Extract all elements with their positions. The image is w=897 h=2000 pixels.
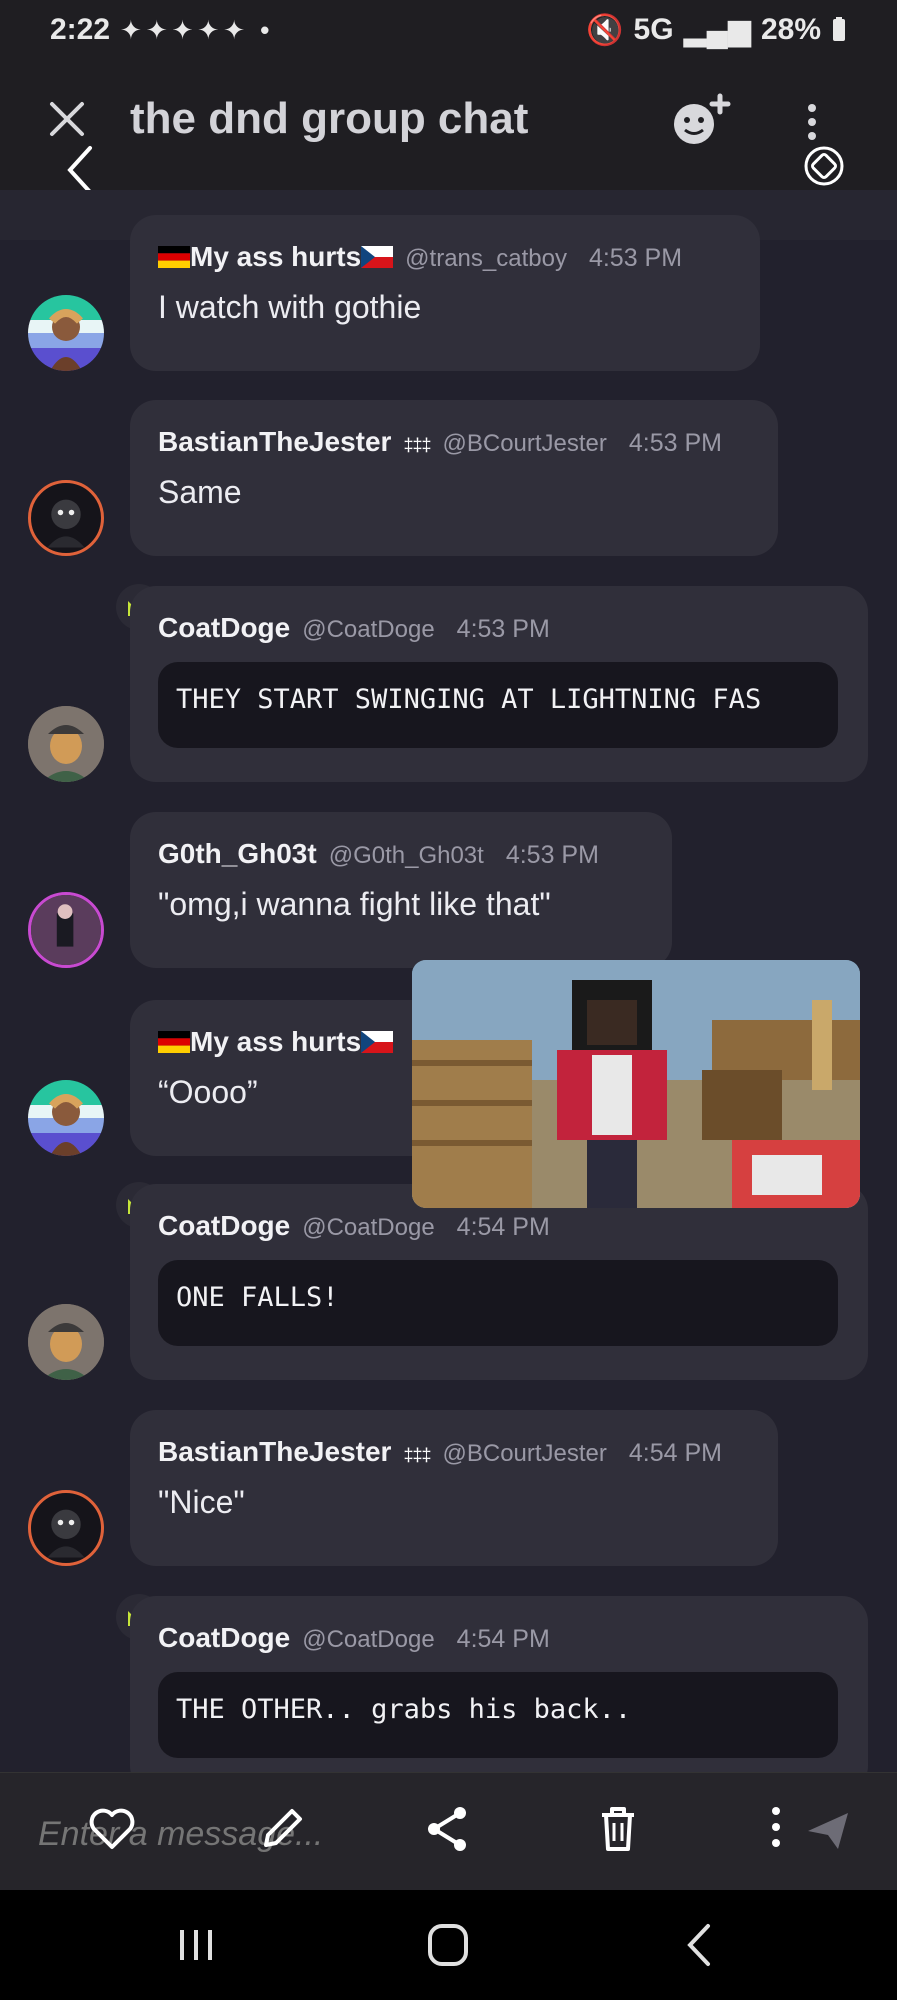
avatar[interactable] (28, 892, 104, 968)
display-name[interactable]: My ass hurts (190, 241, 361, 272)
chat-title: the dnd group chat (130, 94, 529, 143)
send-icon[interactable] (800, 1801, 856, 1857)
code-block: ONE FALLS! (158, 1260, 838, 1346)
timestamp: 4:53 PM (628, 429, 723, 457)
handle[interactable]: @G0th_Gh03t (329, 842, 484, 870)
mute-icon: 🔇 (586, 13, 624, 47)
display-name-wrap: My ass hurts (158, 1026, 394, 1058)
message-text: "omg,i wanna fight like that" (158, 886, 551, 922)
handle[interactable]: @CoatDoge (302, 1626, 434, 1654)
handle[interactable]: @BCourtJester (442, 430, 606, 458)
display-name-wrap: My ass hurts (158, 241, 394, 273)
decorative-glyphs: ‡‡‡ (403, 435, 431, 455)
handle[interactable]: @trans_catboy (405, 245, 567, 273)
flag-icon (361, 246, 394, 268)
home-icon[interactable] (418, 1920, 478, 1970)
message-bubble[interactable]: BastianTheJester ‡‡‡ @BCourtJester 4:53 … (130, 400, 778, 556)
nav-back-icon[interactable] (670, 1920, 730, 1970)
timestamp: 4:54 PM (628, 1439, 723, 1467)
display-name[interactable]: BastianTheJester (158, 1436, 391, 1468)
decorative-glyphs: ‡‡‡ (403, 1445, 431, 1465)
timestamp: 4:53 PM (505, 841, 599, 869)
message-bubble[interactable]: CoatDoge @CoatDoge 4:53 PM THEY START SW… (130, 586, 868, 782)
video-frame (412, 960, 860, 1208)
display-name[interactable]: CoatDoge (158, 1622, 290, 1654)
display-name[interactable]: CoatDoge (158, 1210, 290, 1242)
message-bubble[interactable]: G0th_Gh03t @G0th_Gh03t 4:53 PM "omg,i wa… (130, 812, 672, 968)
message-bubble[interactable]: BastianTheJester ‡‡‡ @BCourtJester 4:54 … (130, 1410, 778, 1566)
message-text: I watch with gothie (158, 289, 422, 325)
notification-icons: ✦✦✦✦✦ • (120, 14, 274, 45)
flag-icon (158, 246, 190, 268)
code-block: THE OTHER.. grabs his back.. (158, 1672, 838, 1758)
trash-icon[interactable] (590, 1801, 646, 1857)
message-bubble[interactable]: CoatDoge @CoatDoge 4:54 PM THE OTHER.. g… (130, 1596, 868, 1792)
composer-more-icon[interactable] (766, 1801, 786, 1857)
handle[interactable]: @BCourtJester (442, 1440, 606, 1468)
message-text: "Nice" (158, 1484, 245, 1520)
close-icon[interactable] (42, 94, 92, 144)
code-block: THEY START SWINGING AT LIGHTNING FAS (158, 662, 838, 748)
avatar[interactable] (28, 1304, 104, 1380)
display-name[interactable]: My ass hurts (190, 1026, 361, 1057)
display-name[interactable]: CoatDoge (158, 612, 290, 644)
display-name[interactable]: G0th_Gh03t (158, 838, 317, 870)
battery-label: 28% (760, 13, 821, 46)
chat-header: the dnd group chat (0, 60, 897, 194)
flag-icon (361, 1031, 394, 1053)
heart-icon[interactable] (84, 1801, 140, 1857)
timestamp: 4:54 PM (456, 1213, 550, 1241)
composer-bar (0, 1772, 897, 1890)
avatar[interactable] (28, 295, 104, 371)
message-text: Same (158, 474, 242, 510)
message-bubble[interactable]: CoatDoge @CoatDoge 4:54 PM ONE FALLS! (130, 1184, 868, 1380)
avatar[interactable] (28, 1490, 104, 1566)
timestamp: 4:54 PM (456, 1625, 550, 1653)
message-bubble[interactable]: My ass hurts @trans_catboy 4:53 PM I wat… (130, 215, 760, 371)
share-icon[interactable] (420, 1801, 476, 1857)
avatar[interactable] (28, 1080, 104, 1156)
flag-icon (158, 1031, 190, 1053)
network-label: 5G (633, 13, 674, 46)
add-emoji-icon[interactable] (668, 92, 732, 148)
avatar[interactable] (28, 706, 104, 782)
edit-icon[interactable] (254, 1801, 310, 1857)
battery-icon (833, 17, 845, 41)
signal-icon: ▂▄▆ (683, 13, 751, 47)
handle[interactable]: @CoatDoge (302, 616, 434, 644)
handle[interactable]: @CoatDoge (302, 1214, 434, 1242)
system-nav-bar (0, 1890, 897, 2000)
status-bar: 2:22 ✦✦✦✦✦ • 🔇 5G ▂▄▆ 28% (0, 0, 897, 60)
timestamp: 4:53 PM (588, 244, 683, 272)
timestamp: 4:53 PM (456, 615, 550, 643)
recents-icon[interactable] (166, 1920, 226, 1970)
rotate-icon[interactable] (800, 142, 848, 190)
display-name[interactable]: BastianTheJester (158, 426, 391, 458)
clock: 2:22 (50, 13, 111, 46)
video-overlay[interactable] (412, 960, 860, 1208)
avatar[interactable] (28, 480, 104, 556)
